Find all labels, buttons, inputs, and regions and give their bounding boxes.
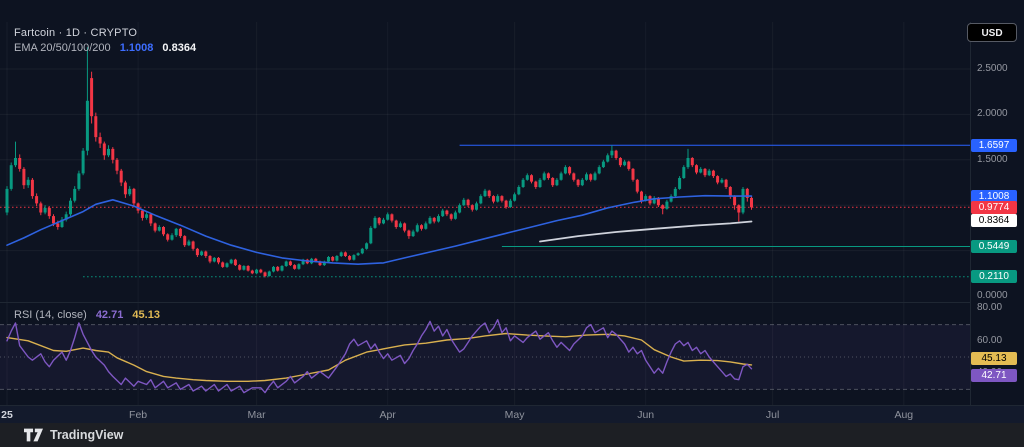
label-overlay: Fartcoin · 1D · CRYPTO EMA 20/50/100/200… <box>0 0 1024 447</box>
time-tick: May <box>498 407 532 423</box>
rsi-value: 42.71 <box>96 309 124 321</box>
time-tick: Feb <box>121 407 155 423</box>
rsi-indicator-legend[interactable]: RSI (14, close) 42.71 45.13 <box>14 309 160 321</box>
currency-toggle-button[interactable]: USD <box>967 23 1017 42</box>
symbol-title[interactable]: Fartcoin · 1D · CRYPTO <box>14 27 137 39</box>
price-label: 1.6597 <box>971 139 1017 152</box>
price-label: 0.9774 <box>971 201 1017 214</box>
time-tick: Apr <box>371 407 405 423</box>
rsi-tick: 60.00 <box>977 335 1002 347</box>
ema-indicator-legend[interactable]: EMA 20/50/100/200 1.1008 0.8364 <box>14 42 196 54</box>
tradingview-published-chart: sahushaun published on TradingView.com, … <box>0 0 1024 447</box>
price-label: 0.8364 <box>971 214 1017 227</box>
footer-bar: TradingView <box>0 423 1024 447</box>
tradingview-brand-name[interactable]: TradingView <box>50 428 123 442</box>
tradingview-logo-icon[interactable] <box>24 428 43 442</box>
price-tick: 0.0000 <box>977 290 1008 302</box>
rsi-tick: 80.00 <box>977 302 1002 314</box>
price-label: 0.5449 <box>971 240 1017 253</box>
price-label: 0.2110 <box>971 270 1017 283</box>
price-tick: 2.0000 <box>977 108 1008 120</box>
ema-blue-value: 1.1008 <box>120 42 154 54</box>
time-tick: Aug <box>887 407 921 423</box>
time-tick: Jul <box>756 407 790 423</box>
ema-white-value: 0.8364 <box>162 42 196 54</box>
ema-indicator-label: EMA 20/50/100/200 <box>14 42 111 54</box>
rsi-label: 45.13 <box>971 352 1017 365</box>
time-tick: Mar <box>240 407 274 423</box>
price-tick: 2.5000 <box>977 63 1008 75</box>
rsi-ma-value: 45.13 <box>132 309 160 321</box>
rsi-label: 42.71 <box>971 369 1017 382</box>
time-tick: 25 <box>0 407 24 423</box>
price-tick: 1.5000 <box>977 154 1008 166</box>
rsi-indicator-label: RSI (14, close) <box>14 309 87 321</box>
time-tick: Jun <box>629 407 663 423</box>
